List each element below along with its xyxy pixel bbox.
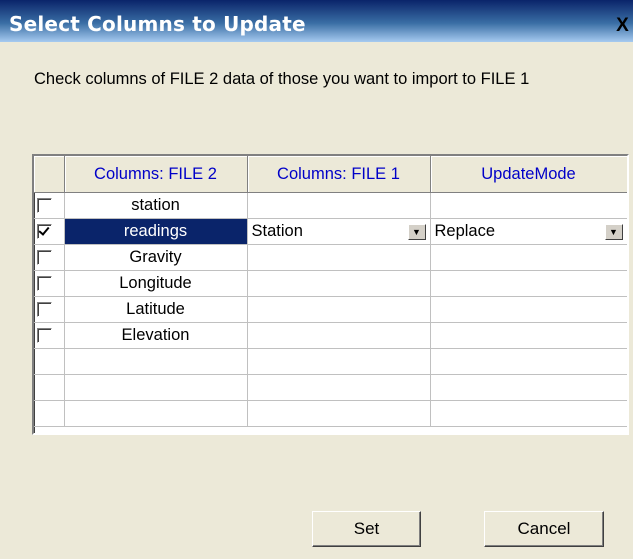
table-row[interactable]: station	[34, 192, 627, 219]
file1-column-cell[interactable]: Station ▼	[247, 218, 431, 245]
empty-cell	[430, 374, 627, 401]
empty-cell	[430, 400, 627, 427]
row-checkbox-cell	[34, 270, 65, 297]
empty-cell	[64, 348, 248, 375]
empty-cell	[64, 374, 248, 401]
update-mode-select[interactable]: Replace ▼	[431, 219, 627, 244]
row-checkbox[interactable]	[37, 198, 52, 214]
header-columns-file2[interactable]: Columns: FILE 2	[64, 156, 248, 193]
instructions-text: Check columns of FILE 2 data of those yo…	[34, 70, 530, 88]
row-checkbox-cell	[34, 244, 65, 271]
row-checkbox[interactable]	[37, 224, 52, 240]
header-columns-file1[interactable]: Columns: FILE 1	[247, 156, 431, 193]
table-row[interactable]: Latitude	[34, 296, 627, 323]
empty-cell	[34, 348, 65, 375]
set-button[interactable]: Set	[312, 511, 421, 547]
empty-cell	[247, 400, 431, 427]
chevron-down-icon[interactable]: ▼	[604, 224, 623, 240]
file2-column-name[interactable]: Longitude	[64, 270, 248, 297]
row-checkbox-cell	[34, 218, 65, 245]
update-mode-cell[interactable]	[430, 322, 627, 349]
row-checkbox[interactable]	[37, 328, 52, 344]
table-row[interactable]: Elevation	[34, 322, 627, 349]
header-update-mode[interactable]: UpdateMode	[430, 156, 627, 193]
row-checkbox[interactable]	[37, 302, 52, 318]
empty-row	[34, 348, 627, 375]
empty-cell	[34, 374, 65, 401]
empty-cell	[247, 374, 431, 401]
update-mode-cell[interactable]	[430, 296, 627, 323]
update-mode-cell[interactable]	[430, 192, 627, 219]
close-button[interactable]: X	[612, 15, 633, 36]
table-row[interactable]: Longitude	[34, 270, 627, 297]
row-checkbox-cell	[34, 296, 65, 323]
empty-cell	[64, 400, 248, 427]
window-title: Select Columns to Update	[9, 12, 306, 36]
file1-column-cell[interactable]	[247, 270, 431, 297]
file2-column-name[interactable]: station	[64, 192, 248, 219]
row-checkbox[interactable]	[37, 276, 52, 292]
file2-column-name[interactable]: Elevation	[64, 322, 248, 349]
columns-grid: Columns: FILE 2 Columns: FILE 1 UpdateMo…	[32, 154, 629, 435]
file2-column-name[interactable]: Latitude	[64, 296, 248, 323]
row-checkbox-cell	[34, 322, 65, 349]
empty-cell	[430, 348, 627, 375]
grid-header-row: Columns: FILE 2 Columns: FILE 1 UpdateMo…	[34, 156, 627, 193]
select-value: Replace	[434, 222, 496, 240]
row-checkbox[interactable]	[37, 250, 52, 266]
empty-cell	[34, 400, 65, 427]
empty-cell	[247, 348, 431, 375]
empty-row	[34, 400, 627, 427]
title-bar: Select Columns to Update	[0, 0, 633, 42]
file1-column-select[interactable]: Station ▼	[248, 219, 430, 244]
file2-column-name[interactable]: readings	[64, 218, 248, 245]
file1-column-cell[interactable]	[247, 322, 431, 349]
file2-column-name[interactable]: Gravity	[64, 244, 248, 271]
update-mode-cell[interactable]	[430, 270, 627, 297]
row-checkbox-cell	[34, 192, 65, 219]
update-mode-cell[interactable]	[430, 244, 627, 271]
update-mode-cell[interactable]: Replace ▼	[430, 218, 627, 245]
file1-column-cell[interactable]	[247, 296, 431, 323]
header-check	[34, 156, 65, 193]
file1-column-cell[interactable]	[247, 192, 431, 219]
table-row[interactable]: readings Station ▼ Replace ▼	[34, 218, 627, 245]
empty-row	[34, 374, 627, 401]
file1-column-cell[interactable]	[247, 244, 431, 271]
select-value: Station	[251, 222, 303, 240]
table-row[interactable]: Gravity	[34, 244, 627, 271]
chevron-down-icon[interactable]: ▼	[407, 224, 426, 240]
cancel-button[interactable]: Cancel	[484, 511, 604, 547]
